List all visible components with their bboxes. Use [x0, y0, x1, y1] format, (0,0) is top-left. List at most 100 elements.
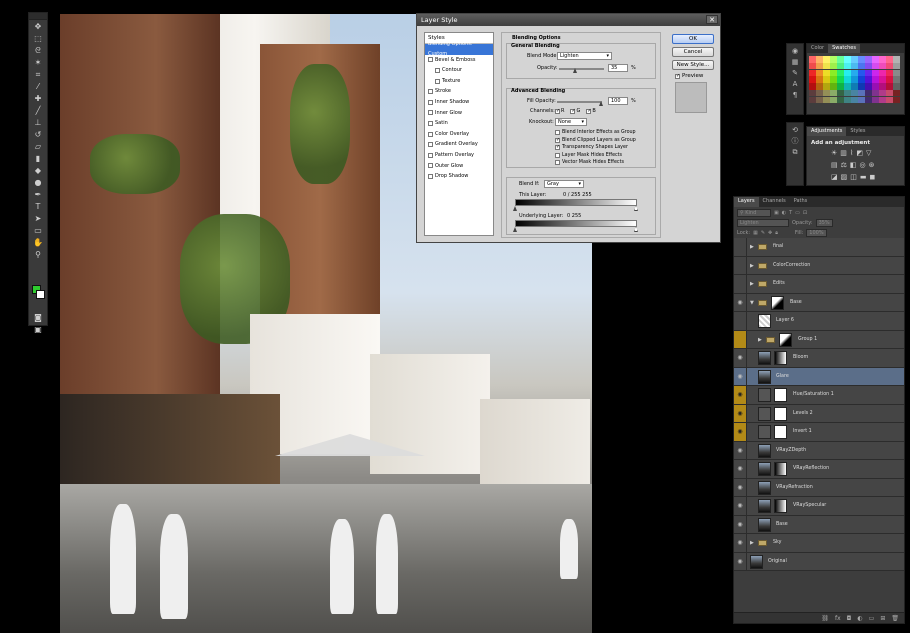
layer-row[interactable]: ▶ Edits [734, 275, 904, 294]
layer-name[interactable]: final [773, 238, 783, 257]
color-swatch[interactable] [822, 89, 830, 97]
visibility-eye-icon[interactable]: ◉ [734, 552, 747, 570]
layer-name[interactable]: VRayRefraction [776, 479, 813, 498]
color-swatch[interactable] [843, 62, 851, 70]
tab-color[interactable]: Color [807, 44, 828, 53]
opacity-slider[interactable] [559, 68, 604, 70]
visibility-eye-icon[interactable]: ◉ [734, 497, 747, 515]
color-swatch[interactable] [850, 69, 858, 77]
layer-name[interactable]: Glare [776, 368, 789, 387]
cancel-button[interactable]: Cancel [672, 47, 714, 57]
style-item[interactable]: Inner Shadow [425, 97, 493, 108]
layer-row[interactable]: ▶ final [734, 238, 904, 257]
style-checkbox[interactable] [435, 78, 440, 84]
color-swatch[interactable] [878, 69, 886, 77]
color-swatch[interactable] [836, 56, 844, 63]
color-swatch[interactable] [809, 62, 816, 70]
layer-name[interactable]: Layer 6 [776, 312, 794, 331]
advanced-option-checkbox[interactable] [555, 152, 560, 158]
color-swatch[interactable] [871, 96, 879, 104]
layer-mask-thumbnail[interactable] [774, 462, 787, 476]
color-swatch[interactable] [892, 76, 900, 83]
filter-adjustment-icon[interactable]: ◐ [782, 210, 786, 216]
layer-name[interactable]: Bloom [793, 349, 808, 368]
link-layers-icon[interactable]: ⛓ [821, 613, 829, 623]
color-swatch[interactable] [815, 56, 823, 63]
dodge-tool-icon[interactable]: ● [29, 177, 47, 188]
style-checkbox[interactable] [428, 120, 433, 126]
visibility-eye-icon[interactable] [734, 312, 747, 330]
color-swatch[interactable] [829, 89, 837, 97]
lock-all-icon[interactable]: 🔒︎ [775, 230, 778, 236]
color-swatch[interactable] [822, 83, 830, 90]
layer-mask-thumbnail[interactable] [779, 332, 792, 347]
style-checkbox[interactable] [428, 99, 433, 105]
knockout-select[interactable]: None ▾ [555, 118, 587, 126]
advanced-option-checkbox[interactable] [555, 130, 560, 136]
new-adjustment-icon[interactable]: ◐ [857, 613, 862, 623]
color-swatch[interactable] [850, 89, 858, 97]
color-swatch[interactable] [857, 76, 865, 83]
color-swatch[interactable] [857, 69, 865, 77]
color-swatch[interactable] [878, 56, 886, 63]
this-layer-gradient[interactable] [515, 199, 637, 206]
color-swatch[interactable] [878, 76, 886, 83]
color-swatch[interactable] [843, 89, 851, 97]
expand-group-icon[interactable]: ▶ [750, 257, 754, 276]
layer-thumbnail[interactable] [758, 480, 771, 495]
expand-group-icon[interactable]: ▶ [750, 275, 754, 294]
character-panel-icon[interactable]: A [790, 81, 800, 88]
pen-tool-icon[interactable]: ✒ [29, 189, 47, 200]
tools-panel[interactable]: ✥ ⬚ ᘓ ✶ ⌗ ⁄ ✚ ╱ ⊥ ↺ ▱ ▮ ◆ ● ✒ T ➤ ▭ ✋ ⚲ … [28, 12, 48, 334]
healing-brush-tool-icon[interactable]: ✚ [29, 93, 47, 104]
levels-icon[interactable]: ▥ [840, 149, 847, 157]
color-swatch[interactable] [892, 62, 900, 70]
this-layer-black-knob[interactable] [513, 206, 517, 211]
hue-saturation-icon[interactable]: ▤ [831, 161, 838, 169]
visibility-eye-icon[interactable] [734, 330, 747, 348]
style-checkbox[interactable] [428, 163, 433, 169]
advanced-option-row[interactable]: Blend Interior Effects as Group [555, 129, 636, 137]
threshold-icon[interactable]: ◫ [850, 173, 857, 181]
advanced-option-checkbox[interactable] [555, 160, 560, 166]
preview-checkbox-row[interactable]: Preview [675, 73, 703, 79]
color-swatch[interactable] [809, 83, 816, 90]
blend-mode-select[interactable]: Lighten ▾ [557, 52, 612, 60]
channel-checkbox[interactable] [555, 108, 560, 114]
style-item[interactable]: Blending Options: Custom [425, 41, 493, 57]
color-swatch[interactable] [864, 69, 872, 77]
preview-checkbox[interactable] [675, 73, 680, 79]
color-swatch[interactable] [809, 56, 816, 63]
layer-mask-thumbnail[interactable] [774, 406, 787, 421]
color-swatch[interactable] [836, 89, 844, 97]
color-swatch[interactable] [809, 69, 816, 77]
visibility-eye-icon[interactable]: ◉ [734, 515, 747, 533]
color-swatch[interactable] [892, 96, 900, 104]
color-swatch[interactable] [822, 69, 830, 77]
ok-button[interactable]: OK [672, 34, 714, 44]
style-checkbox[interactable] [428, 152, 433, 158]
history-panel-icon[interactable]: ⟲ [790, 127, 800, 134]
screen-mode-icon[interactable]: ▣ [29, 324, 47, 335]
paragraph-panel-icon[interactable]: ¶ [790, 92, 800, 99]
color-swatch[interactable] [809, 89, 816, 97]
color-swatch[interactable] [892, 83, 900, 90]
tab-layers[interactable]: Layers [734, 197, 759, 207]
blend-if-select[interactable]: Gray ▾ [544, 180, 584, 188]
history-brush-tool-icon[interactable]: ↺ [29, 129, 47, 140]
type-tool-icon[interactable]: T [29, 201, 47, 212]
color-swatch[interactable] [829, 56, 837, 63]
exposure-icon[interactable]: ◩ [856, 149, 863, 157]
channel-checkbox-row[interactable]: B [586, 108, 596, 114]
layer-mask-thumbnail[interactable] [774, 388, 787, 402]
brush-panel-icon[interactable]: ✎ [790, 70, 800, 77]
collapse-group-icon[interactable]: ▼ [750, 294, 754, 313]
info-panel-icon[interactable]: ⓘ [790, 138, 800, 145]
hand-tool-icon[interactable]: ✋ [29, 237, 47, 248]
color-swatch[interactable] [836, 69, 844, 77]
layer-name[interactable]: Base [776, 516, 788, 535]
style-item[interactable]: Satin [425, 118, 493, 129]
color-swatch[interactable] [857, 89, 865, 97]
layer-row[interactable]: ◉ Bloom [734, 349, 904, 368]
panel-grip[interactable] [29, 13, 47, 20]
